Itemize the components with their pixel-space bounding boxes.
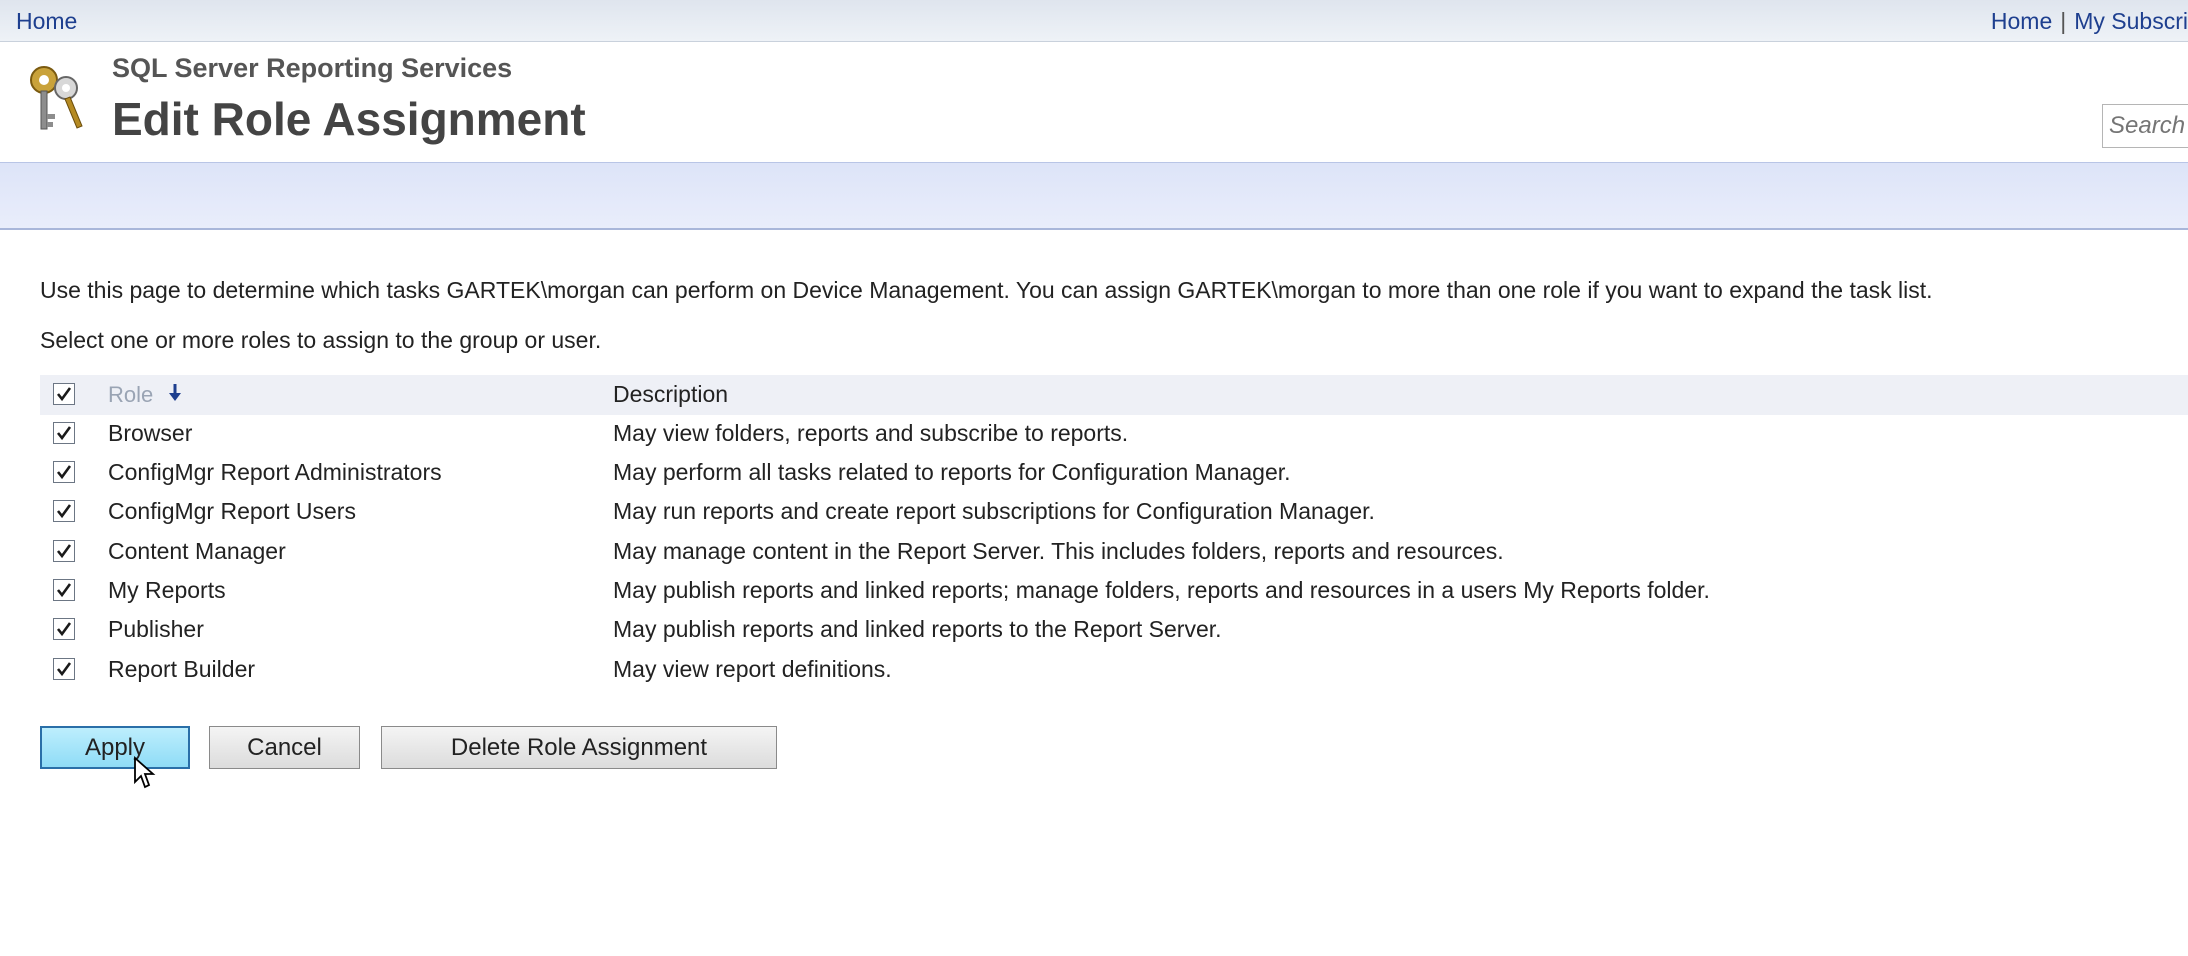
- checkmark-icon: [56, 387, 72, 402]
- role-checkbox-content-manager[interactable]: [53, 540, 75, 562]
- role-checkbox-report-builder[interactable]: [53, 658, 75, 680]
- role-description: May view report definitions.: [613, 656, 892, 682]
- role-name: Content Manager: [108, 538, 286, 564]
- select-instructions: Select one or more roles to assign to th…: [40, 327, 602, 353]
- page-title: Edit Role Assignment: [112, 93, 586, 145]
- role-checkbox-configmgr-report-administrators[interactable]: [53, 461, 75, 483]
- checkmark-icon: [56, 622, 72, 637]
- role-column-header[interactable]: Role: [108, 382, 153, 408]
- keys-icon: [30, 66, 83, 130]
- arrow-down-icon[interactable]: [167, 383, 183, 403]
- role-description: May perform all tasks related to reports…: [613, 459, 1291, 485]
- page-header: SQL Server Reporting Services Edit Role …: [0, 42, 2188, 162]
- checkmark-icon: [56, 662, 72, 677]
- checkmark-icon: [56, 504, 72, 519]
- mouse-pointer-icon: [134, 756, 156, 789]
- my-subscriptions-link[interactable]: My Subscri: [2074, 8, 2188, 34]
- role-name: My Reports: [108, 577, 226, 603]
- role-name: ConfigMgr Report Users: [108, 498, 356, 524]
- title-band: [0, 162, 2188, 230]
- role-description: May manage content in the Report Server.…: [613, 538, 1504, 564]
- role-description: May publish reports and linked reports; …: [613, 577, 1710, 603]
- role-name: Report Builder: [108, 656, 256, 682]
- role-description: May publish reports and linked reports t…: [613, 616, 1222, 642]
- role-checkbox-browser[interactable]: [53, 422, 75, 444]
- checkmark-icon: [56, 426, 72, 441]
- top-right-links: Home | My Subscri: [1991, 8, 2188, 35]
- role-description: May run reports and create report subscr…: [613, 498, 1375, 524]
- role-name: Browser: [108, 420, 193, 446]
- role-name: Publisher: [108, 616, 204, 642]
- checkmark-icon: [56, 465, 72, 480]
- role-description: May view folders, reports and subscribe …: [613, 420, 1129, 446]
- cancel-button[interactable]: Cancel: [209, 726, 360, 769]
- intro-text: Use this page to determine which tasks G…: [40, 277, 1933, 303]
- apply-button[interactable]: Apply: [40, 726, 190, 769]
- role-checkbox-my-reports[interactable]: [53, 579, 75, 601]
- select-all-checkbox[interactable]: [53, 383, 75, 405]
- breadcrumb-home-link[interactable]: Home: [16, 8, 77, 35]
- checkmark-icon: [56, 544, 72, 559]
- roles-table-header: [40, 375, 2188, 415]
- checkmark-icon: [56, 583, 72, 598]
- role-name: ConfigMgr Report Administrators: [108, 459, 442, 485]
- top-navigation-bar: Home Home | My Subscri: [0, 0, 2188, 42]
- delete-role-assignment-button[interactable]: Delete Role Assignment: [381, 726, 777, 769]
- home-link[interactable]: Home: [1991, 8, 2052, 34]
- role-checkbox-publisher[interactable]: [53, 618, 75, 640]
- description-column-header: Description: [613, 381, 729, 407]
- app-name: SQL Server Reporting Services: [112, 53, 513, 83]
- search-input[interactable]: [2102, 104, 2188, 148]
- role-checkbox-configmgr-report-users[interactable]: [53, 500, 75, 522]
- link-separator: |: [2060, 8, 2067, 34]
